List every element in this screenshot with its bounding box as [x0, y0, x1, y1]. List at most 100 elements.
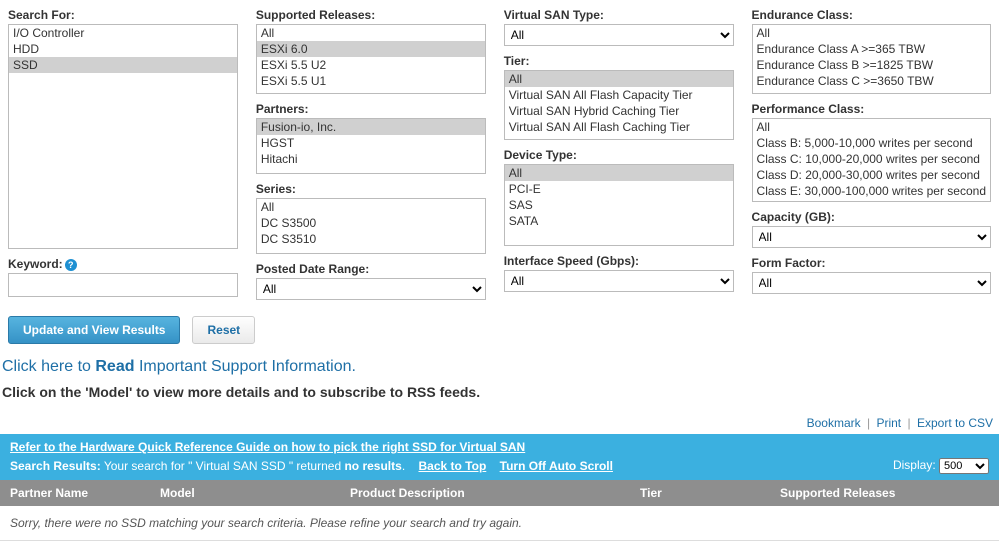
device-type-label: Device Type: [504, 148, 734, 162]
bookmark-link[interactable]: Bookmark [807, 416, 861, 430]
iface-speed-select[interactable]: All [504, 270, 734, 292]
series-field: Series: All DC S3500 DC S3510 [256, 182, 486, 254]
iface-speed-label: Interface Speed (Gbps): [504, 254, 734, 268]
endurance-item[interactable]: All [753, 25, 990, 41]
series-item[interactable]: DC S3500 [257, 215, 485, 231]
partners-item[interactable]: Hitachi [257, 151, 485, 167]
releases-item[interactable]: ESXi 6.0 [257, 41, 485, 57]
search-for-item[interactable]: HDD [9, 41, 237, 57]
back-to-top-link[interactable]: Back to Top [419, 459, 487, 473]
col-2: Supported Releases: All ESXi 6.0 ESXi 5.… [256, 8, 486, 300]
perf-label: Performance Class: [752, 102, 991, 116]
perf-listbox[interactable]: All Class B: 5,000-10,000 writes per sec… [752, 118, 991, 202]
hw-guide-link[interactable]: Refer to the Hardware Quick Reference Gu… [10, 440, 525, 454]
partners-label: Partners: [256, 102, 486, 116]
releases-field: Supported Releases: All ESXi 6.0 ESXi 5.… [256, 8, 486, 94]
device-type-listbox[interactable]: All PCI-E SAS SATA [504, 164, 734, 246]
vsan-type-select[interactable]: All [504, 24, 734, 46]
partners-item[interactable]: Fusion-io, Inc. [257, 119, 485, 135]
search-for-label: Search For: [8, 8, 238, 22]
releases-item[interactable]: ESXi 5.5 U1 [257, 73, 485, 89]
releases-label: Supported Releases: [256, 8, 486, 22]
form-factor-field: Form Factor: All [752, 256, 991, 294]
perf-item[interactable]: Class C: 10,000-20,000 writes per second [753, 151, 990, 167]
endurance-item[interactable]: Endurance Class B >=1825 TBW [753, 57, 990, 73]
display-count-select[interactable]: 500 [939, 458, 989, 474]
support-info-link[interactable]: Click here to Read Important Support Inf… [0, 352, 999, 378]
posted-date-field: Posted Date Range: All [256, 262, 486, 300]
device-type-item[interactable]: PCI-E [505, 181, 733, 197]
endurance-listbox[interactable]: All Endurance Class A >=365 TBW Enduranc… [752, 24, 991, 94]
search-for-field: Search For: I/O Controller HDD SSD [8, 8, 238, 249]
capacity-select[interactable]: All [752, 226, 991, 248]
col-3: Virtual SAN Type: All Tier: All Virtual … [504, 8, 734, 300]
vsan-type-label: Virtual SAN Type: [504, 8, 734, 22]
series-label: Series: [256, 182, 486, 196]
releases-item[interactable]: All [257, 25, 485, 41]
no-results-message: Sorry, there were no SSD matching your s… [0, 506, 999, 541]
perf-field: Performance Class: All Class B: 5,000-10… [752, 102, 991, 202]
endurance-item[interactable]: Endurance Class A >=365 TBW [753, 41, 990, 57]
search-for-item[interactable]: I/O Controller [9, 25, 237, 41]
endurance-label: Endurance Class: [752, 8, 991, 22]
export-csv-link[interactable]: Export to CSV [917, 416, 993, 430]
partners-item[interactable]: HGST [257, 135, 485, 151]
separator: | [908, 416, 911, 430]
col-tier: Tier [640, 486, 780, 500]
results-summary: Search Results: Your search for " Virtua… [10, 459, 613, 473]
form-factor-label: Form Factor: [752, 256, 991, 270]
display-control: Display: 500 [893, 458, 989, 474]
perf-item[interactable]: Class B: 5,000-10,000 writes per second [753, 135, 990, 151]
col-model: Model [160, 486, 350, 500]
device-type-item[interactable]: All [505, 165, 733, 181]
partners-field: Partners: Fusion-io, Inc. HGST Hitachi [256, 102, 486, 174]
help-icon[interactable]: ? [65, 259, 77, 271]
tier-label: Tier: [504, 54, 734, 68]
capacity-label: Capacity (GB): [752, 210, 991, 224]
auto-scroll-link[interactable]: Turn Off Auto Scroll [500, 459, 613, 473]
keyword-input[interactable] [8, 273, 238, 297]
perf-item[interactable]: Class E: 30,000-100,000 writes per secon… [753, 183, 990, 199]
endurance-item[interactable]: Endurance Class C >=3650 TBW [753, 73, 990, 89]
filter-grid: Search For: I/O Controller HDD SSD Keywo… [0, 0, 999, 308]
form-factor-select[interactable]: All [752, 272, 991, 294]
device-type-field: Device Type: All PCI-E SAS SATA [504, 148, 734, 246]
separator: | [867, 416, 870, 430]
device-type-item[interactable]: SAS [505, 197, 733, 213]
keyword-field: Keyword:? [8, 257, 238, 297]
posted-date-label: Posted Date Range: [256, 262, 486, 276]
tier-item[interactable]: Virtual SAN Hybrid Caching Tier [505, 103, 733, 119]
capacity-field: Capacity (GB): All [752, 210, 991, 248]
tier-listbox[interactable]: All Virtual SAN All Flash Capacity Tier … [504, 70, 734, 140]
tier-item[interactable]: All [505, 71, 733, 87]
reset-button[interactable]: Reset [192, 316, 255, 344]
action-row: Update and View Results Reset [0, 308, 999, 352]
endurance-field: Endurance Class: All Endurance Class A >… [752, 8, 991, 94]
iface-speed-field: Interface Speed (Gbps): All [504, 254, 734, 292]
releases-item[interactable]: ESXi 5.5 U2 [257, 57, 485, 73]
search-for-listbox[interactable]: I/O Controller HDD SSD [8, 24, 238, 249]
tier-item[interactable]: Virtual SAN All Flash Capacity Tier [505, 87, 733, 103]
device-type-item[interactable]: SATA [505, 213, 733, 229]
print-link[interactable]: Print [876, 416, 901, 430]
perf-item[interactable]: All [753, 119, 990, 135]
vsan-type-field: Virtual SAN Type: All [504, 8, 734, 46]
series-listbox[interactable]: All DC S3500 DC S3510 [256, 198, 486, 254]
update-results-button[interactable]: Update and View Results [8, 316, 180, 344]
search-for-item[interactable]: SSD [9, 57, 237, 73]
tier-field: Tier: All Virtual SAN All Flash Capacity… [504, 54, 734, 140]
col-1: Search For: I/O Controller HDD SSD Keywo… [8, 8, 238, 300]
series-item[interactable]: DC S3510 [257, 231, 485, 247]
releases-listbox[interactable]: All ESXi 6.0 ESXi 5.5 U2 ESXi 5.5 U1 [256, 24, 486, 94]
results-banner: Refer to the Hardware Quick Reference Gu… [0, 434, 999, 480]
perf-item[interactable]: Class D: 20,000-30,000 writes per second [753, 167, 990, 183]
col-releases: Supported Releases [780, 486, 989, 500]
col-partner: Partner Name [10, 486, 160, 500]
export-row: Bookmark | Print | Export to CSV [0, 414, 999, 434]
model-instruction: Click on the 'Model' to view more detail… [0, 378, 999, 414]
tier-item[interactable]: Virtual SAN All Flash Caching Tier [505, 119, 733, 135]
series-item[interactable]: All [257, 199, 485, 215]
results-table-header: Partner Name Model Product Description T… [0, 480, 999, 506]
partners-listbox[interactable]: Fusion-io, Inc. HGST Hitachi [256, 118, 486, 174]
posted-date-select[interactable]: All [256, 278, 486, 300]
